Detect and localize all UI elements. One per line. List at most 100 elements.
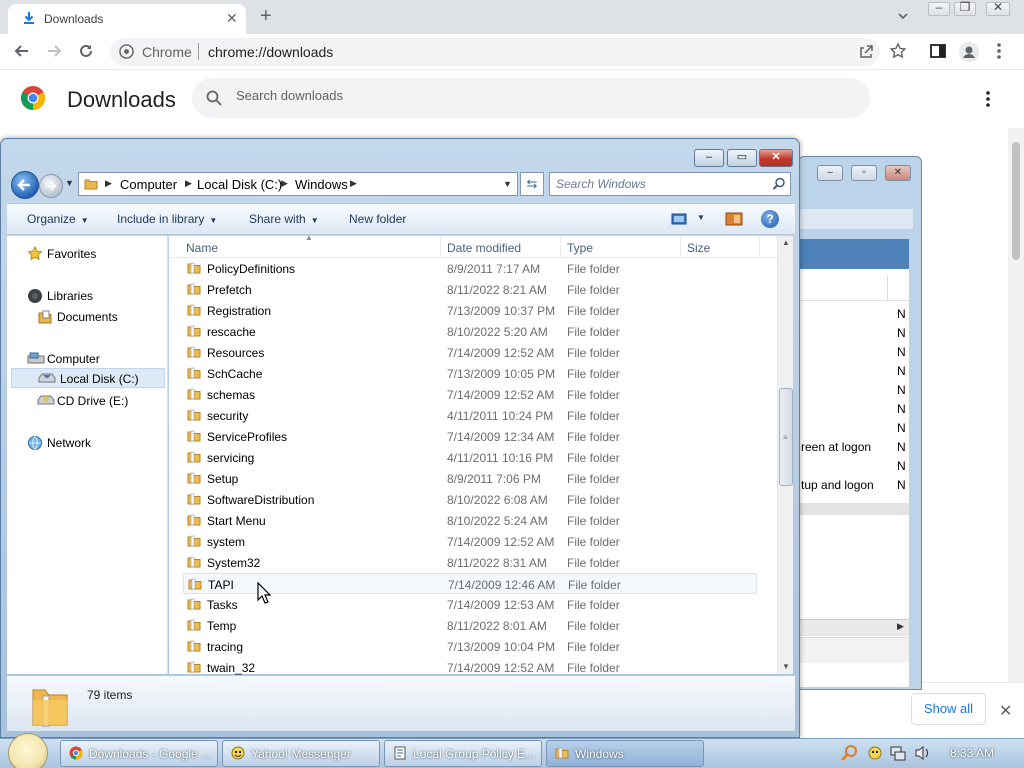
tab-close-icon[interactable]: ✕ xyxy=(226,10,238,26)
nav-libraries[interactable]: Libraries xyxy=(27,286,157,306)
page-scrollbar[interactable] xyxy=(1008,128,1024,682)
explorer-close-button[interactable]: ✕ xyxy=(759,149,793,167)
file-row[interactable]: ServiceProfiles 7/14/2009 12:34 AM File fo… xyxy=(183,426,757,447)
view-options-chevron-icon[interactable]: ▼ xyxy=(697,213,705,222)
address-bar[interactable]: Chrome chrome://downloads xyxy=(110,38,880,66)
bg-policy-row[interactable]: N xyxy=(799,343,909,362)
address-dropdown-icon[interactable]: ▼ xyxy=(503,179,512,189)
bg-close-button[interactable]: ✕ xyxy=(885,165,911,181)
search-icon[interactable] xyxy=(772,177,786,191)
taskbar-clock[interactable]: 8:33 AM xyxy=(950,746,994,760)
omnibox-url[interactable]: chrome://downloads xyxy=(208,44,333,60)
forward-button[interactable] xyxy=(39,174,63,198)
tab-downloads[interactable]: Downloads ✕ xyxy=(8,4,246,34)
column-type[interactable]: Type xyxy=(567,241,593,255)
explorer-maximize-button[interactable]: ▭ xyxy=(727,149,757,167)
file-row[interactable]: servicing 4/11/2011 10:16 PM File folder xyxy=(183,447,757,468)
file-row[interactable]: Registration 7/13/2009 10:37 PM File folde… xyxy=(183,300,757,321)
back-arrow-icon[interactable] xyxy=(13,42,31,60)
change-view-icon[interactable] xyxy=(671,213,687,227)
taskbar-button[interactable]: Yahoo! Messenger xyxy=(222,740,380,767)
tab-search-chevron-icon[interactable] xyxy=(897,10,909,22)
side-panel-icon[interactable] xyxy=(929,42,947,60)
file-row[interactable]: SoftwareDistribution 8/10/2022 6:08 AM Fil… xyxy=(183,489,757,510)
explorer-minimize-button[interactable]: – xyxy=(694,149,724,167)
file-row[interactable]: Temp 8/11/2022 8:01 AM File folder xyxy=(183,615,757,636)
show-all-button[interactable]: Show all xyxy=(911,693,986,725)
breadcrumb-computer[interactable]: Computer xyxy=(120,177,177,192)
file-row[interactable]: System32 8/11/2022 8:31 AM File folder xyxy=(183,552,757,573)
chrome-menu-kebab-icon[interactable] xyxy=(996,42,1002,60)
page-scrollbar-thumb[interactable] xyxy=(1012,142,1020,260)
bg-policy-row[interactable]: N xyxy=(799,362,909,381)
bg-policy-row[interactable]: N xyxy=(799,381,909,400)
file-row[interactable]: Start Menu 8/10/2022 5:24 AM File folder xyxy=(183,510,757,531)
bg-policy-row[interactable]: tup and logon N xyxy=(799,476,909,495)
nav-local-disk[interactable]: Local Disk (C:) xyxy=(11,368,165,388)
share-with-button[interactable]: Share with ▼ xyxy=(249,212,319,226)
nav-documents[interactable]: Documents xyxy=(37,307,162,327)
profile-avatar-icon[interactable] xyxy=(959,42,979,62)
file-row[interactable]: schemas 7/14/2009 12:52 AM File folder xyxy=(183,384,757,405)
share-icon[interactable] xyxy=(858,44,874,60)
bg-policy-row[interactable]: N xyxy=(799,324,909,343)
refresh-button[interactable]: ⇆ xyxy=(520,172,544,196)
file-row[interactable]: rescache 8/10/2022 5:20 AM File folder xyxy=(183,321,757,342)
nav-computer[interactable]: Computer xyxy=(27,349,157,369)
breadcrumb-chevron-icon[interactable]: ▶ xyxy=(281,178,288,189)
file-row[interactable]: SchCache 7/13/2009 10:05 PM File folder xyxy=(183,363,757,384)
explorer-address-bar[interactable]: ▶ Computer ▶ Local Disk (C:) ▶ Windows ▶… xyxy=(78,172,518,196)
file-list-scrollbar-thumb[interactable]: ≡ xyxy=(779,388,793,486)
new-tab-button[interactable]: + xyxy=(260,6,272,26)
bg-horizontal-scrollbar[interactable]: ▶ xyxy=(799,619,909,636)
file-row[interactable]: Setup 8/9/2011 7:06 PM File folder xyxy=(183,468,757,489)
nav-cd-drive[interactable]: CD Drive (E:) xyxy=(37,391,162,411)
bg-policy-row[interactable]: N xyxy=(799,400,909,419)
scroll-up-arrow-icon[interactable]: ▲ xyxy=(782,238,790,247)
scroll-down-arrow-icon[interactable]: ▼ xyxy=(782,662,790,671)
file-row[interactable]: PolicyDefinitions 8/9/2011 7:17 AM File fo… xyxy=(183,258,757,279)
close-shelf-icon[interactable]: ✕ xyxy=(999,701,1012,721)
group-policy-window[interactable]: – ▫ ✕ N N N N N N Nreen at logon N Ntup and logo… xyxy=(798,156,922,690)
bg-minimize-button[interactable]: – xyxy=(817,165,843,181)
nav-favorites[interactable]: Favorites xyxy=(27,244,157,264)
taskbar-button[interactable]: Local Group Policy E... xyxy=(384,740,542,767)
breadcrumb-local-disk[interactable]: Local Disk (C:) xyxy=(197,177,282,192)
file-row[interactable]: Prefetch 8/11/2022 8:21 AM File folder xyxy=(183,279,757,300)
file-row[interactable]: security 4/11/2011 10:24 PM File folder xyxy=(183,405,757,426)
window-close-button[interactable]: ✕ xyxy=(986,0,1010,16)
window-restore-button[interactable]: ❐ xyxy=(954,0,976,16)
breadcrumb-chevron-icon[interactable]: ▶ xyxy=(105,178,112,189)
file-row[interactable]: Resources 7/14/2009 12:52 AM File folder xyxy=(183,342,757,363)
file-row[interactable]: tracing 7/13/2009 10:04 PM File folder xyxy=(183,636,757,657)
bg-policy-row[interactable]: N xyxy=(799,457,909,476)
column-size[interactable]: Size xyxy=(687,241,710,255)
column-date-modified[interactable]: Date modified xyxy=(447,241,521,255)
bg-maximize-button[interactable]: ▫ xyxy=(851,165,877,181)
explorer-window[interactable]: – ▭ ✕ ▼ ▶ Computer ▶ Local Disk (C:) ▶ W… xyxy=(0,138,800,738)
downloads-search-box[interactable] xyxy=(192,78,870,118)
breadcrumb-chevron-icon[interactable]: ▶ xyxy=(350,178,357,189)
include-in-library-button[interactable]: Include in library ▼ xyxy=(117,212,217,226)
organize-button[interactable]: Organize ▼ xyxy=(27,212,89,226)
window-minimize-button[interactable]: – xyxy=(928,0,950,16)
reload-icon[interactable] xyxy=(77,42,95,60)
taskbar-button[interactable]: Downloads - Google ... xyxy=(60,740,218,767)
explorer-search-input[interactable] xyxy=(556,177,756,191)
bg-policy-row[interactable]: N xyxy=(799,305,909,324)
new-folder-button[interactable]: New folder xyxy=(349,212,406,226)
file-row[interactable]: system 7/14/2009 12:52 AM File folder xyxy=(183,531,757,552)
bg-policy-row[interactable]: reen at logon N xyxy=(799,438,909,457)
bg-policy-row[interactable]: N xyxy=(799,419,909,438)
bookmark-star-icon[interactable] xyxy=(889,42,907,60)
taskbar-button[interactable]: Windows xyxy=(546,740,704,767)
recent-pages-chevron-icon[interactable]: ▼ xyxy=(65,178,74,188)
start-button[interactable] xyxy=(8,733,48,768)
forward-arrow-icon[interactable] xyxy=(45,42,63,60)
file-list-scrollbar[interactable]: ▲ ≡ ▼ xyxy=(777,236,793,674)
breadcrumb-windows[interactable]: Windows xyxy=(295,177,348,192)
nav-network[interactable]: Network xyxy=(27,433,157,453)
explorer-search-box[interactable] xyxy=(549,172,791,196)
preview-pane-icon[interactable] xyxy=(725,211,743,227)
downloads-menu-kebab-icon[interactable] xyxy=(985,90,991,108)
